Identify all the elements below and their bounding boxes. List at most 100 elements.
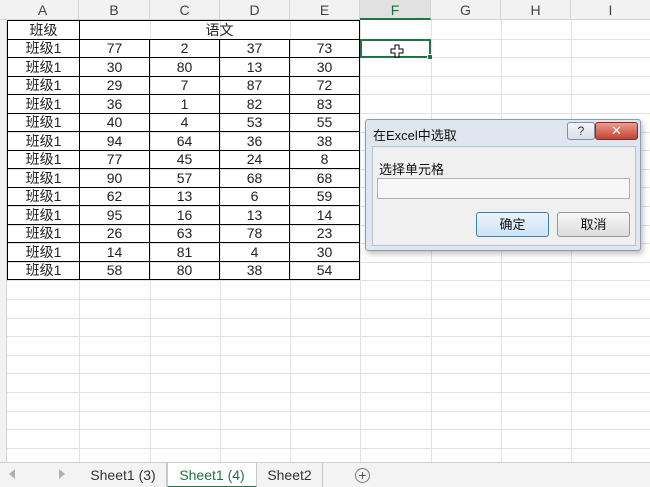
tab-sheet2[interactable]: Sheet2 [257,463,323,487]
table-cell[interactable]: 36 [79,94,150,114]
table-cell[interactable]: 班级1 [7,186,80,206]
column-header-i[interactable]: I [571,0,650,20]
table-cell[interactable]: 23 [289,223,360,243]
table-cell[interactable]: 87 [219,75,290,95]
triangle-left-icon[interactable] [8,468,16,480]
table-cell[interactable]: 80 [149,57,220,77]
fill-handle[interactable] [427,54,433,60]
sheet-tab-bar: Sheet1 (3) Sheet1 (4) Sheet2 + [0,462,650,487]
column-header-g[interactable]: G [431,0,501,20]
column-header-d[interactable]: D [220,0,290,20]
table-header-row: 班级 语文 [7,20,360,40]
header-cell-chinese[interactable]: 语文 [79,20,360,40]
table-cell[interactable]: 16 [149,205,220,225]
table-cell[interactable]: 83 [289,94,360,114]
add-sheet-button[interactable]: + [355,468,370,483]
column-header-f[interactable]: F [360,0,431,20]
column-header-h[interactable]: H [501,0,571,20]
header-cell-class[interactable]: 班级 [7,20,80,40]
table-cell[interactable]: 57 [149,168,220,188]
table-row: 班级1 77 45 24 8 [7,149,360,169]
table-cell[interactable]: 4 [219,242,290,262]
triangle-right-icon[interactable] [58,468,66,480]
table-cell[interactable]: 77 [79,38,150,58]
table-cell[interactable]: 80 [149,260,220,280]
table-cell[interactable]: 14 [79,242,150,262]
table-cell[interactable]: 82 [219,94,290,114]
table-cell[interactable]: 38 [219,260,290,280]
table-cell[interactable]: 62 [79,186,150,206]
table-cell[interactable]: 30 [289,242,360,262]
tab-sheet1-4[interactable]: Sheet1 (4) [167,463,257,487]
table-cell[interactable]: 班级1 [7,131,80,151]
table-cell[interactable]: 13 [219,205,290,225]
column-header-e[interactable]: E [290,0,360,20]
table-cell[interactable]: 班级1 [7,112,80,132]
close-button[interactable]: ✕ [595,122,638,140]
table-cell[interactable]: 班级1 [7,75,80,95]
table-cell[interactable]: 班级1 [7,168,80,188]
help-button[interactable]: ? [567,122,595,140]
table-cell[interactable]: 37 [219,38,290,58]
table-cell[interactable]: 13 [219,57,290,77]
table-cell[interactable]: 26 [79,223,150,243]
table-cell[interactable]: 40 [79,112,150,132]
grid-line [7,447,650,449]
dialog-title: 在Excel中选取 [373,128,457,143]
row-header-column[interactable] [0,20,7,462]
table-cell[interactable]: 36 [219,131,290,151]
table-cell[interactable]: 38 [289,131,360,151]
table-cell[interactable]: 班级1 [7,149,80,169]
table-cell[interactable]: 45 [149,149,220,169]
table-cell[interactable]: 68 [289,168,360,188]
column-header-a[interactable]: A [7,0,79,20]
grid-line [7,392,650,393]
table-cell[interactable]: 8 [289,149,360,169]
table-cell[interactable]: 68 [219,168,290,188]
table-cell[interactable]: 77 [79,149,150,169]
table-cell[interactable]: 6 [219,186,290,206]
table-cell[interactable]: 7 [149,75,220,95]
table-cell[interactable]: 班级1 [7,38,80,58]
dialog-titlebar[interactable]: 在Excel中选取 ? ✕ [366,120,640,146]
table-cell[interactable]: 53 [219,112,290,132]
table-cell[interactable]: 30 [79,57,150,77]
table-cell[interactable]: 班级1 [7,205,80,225]
grid-line [7,354,650,356]
table-cell[interactable]: 95 [79,205,150,225]
table-cell[interactable]: 班级1 [7,260,80,280]
grid-line [7,317,650,319]
table-cell[interactable]: 81 [149,242,220,262]
data-table: 班级 语文 班级1 77 2 37 73 班级1 30 80 13 30 班级1 29 7 87 72 班级1… [7,20,360,280]
table-cell[interactable]: 90 [79,168,150,188]
table-cell[interactable]: 班级1 [7,242,80,262]
table-cell[interactable]: 54 [289,260,360,280]
table-cell[interactable]: 班级1 [7,94,80,114]
table-cell[interactable]: 73 [289,38,360,58]
table-cell[interactable]: 78 [219,223,290,243]
table-cell[interactable]: 班级1 [7,57,80,77]
table-cell[interactable]: 4 [149,112,220,132]
table-cell[interactable]: 58 [79,260,150,280]
table-cell[interactable]: 13 [149,186,220,206]
table-cell[interactable]: 94 [79,131,150,151]
table-cell[interactable]: 59 [289,186,360,206]
table-cell[interactable]: 63 [149,223,220,243]
table-cell[interactable]: 24 [219,149,290,169]
column-header-c[interactable]: C [150,0,220,20]
table-row: 班级1 29 7 87 72 [7,75,360,95]
cell-reference-input[interactable] [377,178,630,199]
ok-button[interactable]: 确定 [476,212,549,237]
table-cell[interactable]: 72 [289,75,360,95]
table-cell[interactable]: 29 [79,75,150,95]
table-cell[interactable]: 班级1 [7,223,80,243]
table-cell[interactable]: 30 [289,57,360,77]
tab-sheet1-3[interactable]: Sheet1 (3) [80,463,167,487]
table-cell[interactable]: 1 [149,94,220,114]
table-cell[interactable]: 55 [289,112,360,132]
table-cell[interactable]: 14 [289,205,360,225]
table-cell[interactable]: 64 [149,131,220,151]
cancel-button[interactable]: 取消 [557,212,630,237]
table-cell[interactable]: 2 [149,38,220,58]
column-header-b[interactable]: B [79,0,150,20]
